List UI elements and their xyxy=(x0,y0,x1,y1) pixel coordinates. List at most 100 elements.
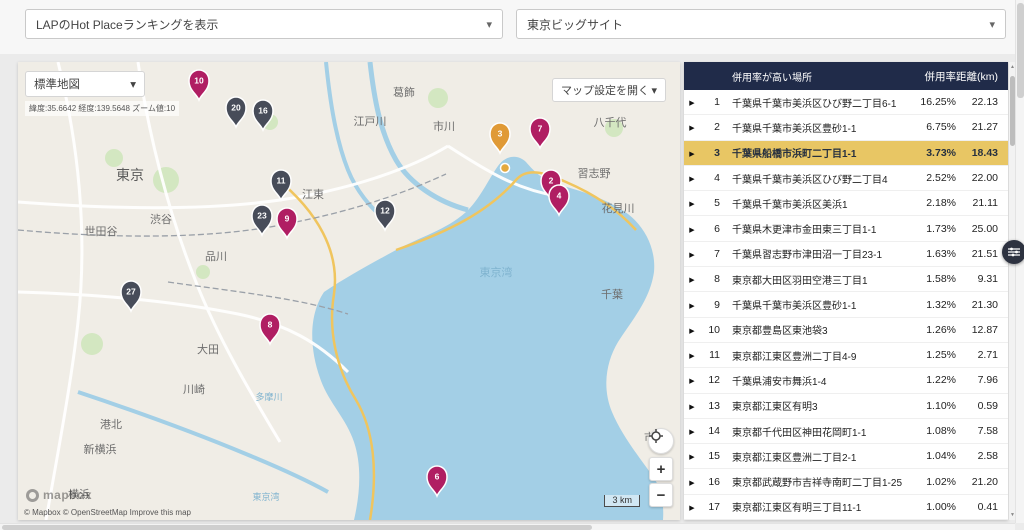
pin-number: 11 xyxy=(277,176,286,186)
pin-number: 16 xyxy=(258,106,268,116)
table-row[interactable]: ▶3千葉県船橋市浜町二丁目1-13.73%18.43 xyxy=(684,141,1008,166)
row-rank: 5 xyxy=(700,197,722,209)
pin-number: 20 xyxy=(231,103,241,113)
expand-icon[interactable]: ▶ xyxy=(684,121,700,133)
expand-icon[interactable]: ▶ xyxy=(684,476,700,488)
location-dropdown[interactable]: 東京ビッグサイト ▾ xyxy=(516,9,1006,39)
row-rank: 3 xyxy=(700,147,722,159)
row-rate: 1.22% xyxy=(906,374,956,386)
expand-icon[interactable]: ▶ xyxy=(684,273,700,285)
expand-icon[interactable]: ▶ xyxy=(684,425,700,437)
header-rate: 併用率 xyxy=(906,69,956,84)
row-rate: 1.25% xyxy=(906,349,956,361)
map-label: 東京湾 xyxy=(252,491,279,502)
row-rank: 1 xyxy=(700,96,722,108)
locate-button[interactable] xyxy=(648,428,674,454)
table-row[interactable]: ▶1千葉県千葉市美浜区ひび野二丁目6-116.25%22.13 xyxy=(684,90,1008,115)
row-distance: 7.96 xyxy=(956,374,1008,386)
pin-number: 2 xyxy=(549,176,554,186)
table-row[interactable]: ▶15東京都江東区豊洲二丁目2-11.04%2.58 xyxy=(684,444,1008,469)
page-vscroll-thumb[interactable] xyxy=(1017,3,1024,98)
pin-number: 23 xyxy=(257,211,267,221)
map-settings-dropdown[interactable]: マップ設定を開く ▾ xyxy=(552,78,666,102)
row-rate: 1.04% xyxy=(906,450,956,462)
table-row[interactable]: ▶5千葉県千葉市美浜区美浜12.18%21.11 xyxy=(684,191,1008,216)
expand-icon[interactable]: ▶ xyxy=(684,324,700,336)
expand-icon[interactable]: ▶ xyxy=(684,374,700,386)
row-rank: 8 xyxy=(700,273,722,285)
table-row[interactable]: ▶14東京都千代田区神田花岡町1-11.08%7.58 xyxy=(684,419,1008,444)
expand-icon[interactable]: ▶ xyxy=(684,223,700,235)
table-body: ▶1千葉県千葉市美浜区ひび野二丁目6-116.25%22.13▶2千葉県千葉市美… xyxy=(684,90,1008,520)
map-style-value: 標準地図 xyxy=(34,76,80,92)
row-rank: 12 xyxy=(700,374,722,386)
expand-icon[interactable]: ▶ xyxy=(684,450,700,462)
row-distance: 22.13 xyxy=(956,96,1008,108)
row-rank: 14 xyxy=(700,425,722,437)
expand-icon[interactable]: ▶ xyxy=(684,147,700,159)
table-row[interactable]: ▶17東京都江東区有明三丁目11-11.00%0.41 xyxy=(684,495,1008,520)
filter-settings-fab[interactable] xyxy=(1002,240,1024,264)
row-place: 千葉県船橋市浜町二丁目1-1 xyxy=(722,145,906,160)
table-row[interactable]: ▶7千葉県習志野市津田沼一丁目23-11.63%21.51 xyxy=(684,242,1008,267)
table-row[interactable]: ▶9千葉県千葉市美浜区豊砂1-11.32%21.30 xyxy=(684,292,1008,317)
map-canvas[interactable]: 東京葛飾市川江戸川八千代習志野花見川江東世田谷渋谷品川大田川崎千葉市原港北新横浜… xyxy=(18,62,680,520)
header-place: 併用率が高い場所 xyxy=(722,69,906,84)
table-row[interactable]: ▶16東京都武蔵野市吉祥寺南町二丁目1-251.02%21.20 xyxy=(684,469,1008,494)
pin-number: 12 xyxy=(380,206,390,216)
expand-icon[interactable]: ▶ xyxy=(684,197,700,209)
zoom-out-button[interactable]: − xyxy=(649,483,673,507)
map-label: 東京湾 xyxy=(480,265,513,279)
row-place: 東京都武蔵野市吉祥寺南町二丁目1-25 xyxy=(722,474,906,489)
pin-number: 10 xyxy=(194,76,204,86)
expand-icon[interactable]: ▶ xyxy=(684,96,700,108)
expand-icon[interactable]: ▶ xyxy=(684,172,700,184)
row-rank: 4 xyxy=(700,172,722,184)
table-row[interactable]: ▶10東京都豊島区東池袋31.26%12.87 xyxy=(684,318,1008,343)
row-rate: 2.52% xyxy=(906,172,956,184)
ranking-display-dropdown[interactable]: LAPのHot Placeランキングを表示 ▾ xyxy=(25,9,503,39)
row-distance: 21.30 xyxy=(956,299,1008,311)
map[interactable]: 東京葛飾市川江戸川八千代習志野花見川江東世田谷渋谷品川大田川崎千葉市原港北新横浜… xyxy=(18,62,680,520)
pin-number: 4 xyxy=(557,191,562,201)
page-horizontal-scrollbar[interactable] xyxy=(0,523,1015,530)
row-distance: 25.00 xyxy=(956,223,1008,235)
expand-icon[interactable]: ▶ xyxy=(684,501,700,513)
page-hscroll-thumb[interactable] xyxy=(2,525,592,530)
table-row[interactable]: ▶4千葉県千葉市美浜区ひび野二丁目42.52%22.00 xyxy=(684,166,1008,191)
table-row[interactable]: ▶8東京都大田区羽田空港三丁目11.58%9.31 xyxy=(684,267,1008,292)
row-place: 東京都江東区豊洲二丁目4-9 xyxy=(722,348,906,363)
row-distance: 22.00 xyxy=(956,172,1008,184)
map-style-dropdown[interactable]: 標準地図 ▾ xyxy=(25,71,145,97)
table-row[interactable]: ▶11東京都江東区豊洲二丁目4-91.25%2.71 xyxy=(684,343,1008,368)
table-row[interactable]: ▶12千葉県浦安市舞浜1-41.22%7.96 xyxy=(684,368,1008,393)
map-label: 港北 xyxy=(100,418,122,431)
chevron-down-icon: ▾ xyxy=(989,18,995,31)
row-distance: 21.20 xyxy=(956,476,1008,488)
map-label: 千葉 xyxy=(601,287,623,301)
row-place: 千葉県木更津市金田東三丁目1-1 xyxy=(722,221,906,236)
expand-icon[interactable]: ▶ xyxy=(684,349,700,361)
row-rank: 10 xyxy=(700,324,722,336)
expand-icon[interactable]: ▶ xyxy=(684,400,700,412)
row-rate: 2.18% xyxy=(906,197,956,209)
map-label: 江戸川 xyxy=(354,115,387,128)
row-place: 千葉県千葉市美浜区豊砂1-1 xyxy=(722,120,906,135)
map-label: 東京 xyxy=(116,167,144,183)
table-row[interactable]: ▶6千葉県木更津市金田東三丁目1-11.73%25.00 xyxy=(684,216,1008,241)
row-rate: 1.73% xyxy=(906,223,956,235)
map-label: 新横浜 xyxy=(84,442,117,456)
row-rate: 1.26% xyxy=(906,324,956,336)
map-attribution[interactable]: © Mapbox © OpenStreetMap Improve this ma… xyxy=(24,508,191,517)
mapbox-logo-icon xyxy=(26,489,39,502)
table-row[interactable]: ▶13東京都江東区有明31.10%0.59 xyxy=(684,394,1008,419)
row-rank: 13 xyxy=(700,400,722,412)
expand-icon[interactable]: ▶ xyxy=(684,248,700,260)
expand-icon[interactable]: ▶ xyxy=(684,299,700,311)
row-distance: 21.27 xyxy=(956,121,1008,133)
pin-number: 6 xyxy=(435,472,440,482)
row-rate: 1.32% xyxy=(906,299,956,311)
zoom-in-button[interactable]: + xyxy=(649,457,673,481)
table-row[interactable]: ▶2千葉県千葉市美浜区豊砂1-16.75%21.27 xyxy=(684,115,1008,140)
mapbox-logo[interactable]: mapbox xyxy=(26,488,92,502)
